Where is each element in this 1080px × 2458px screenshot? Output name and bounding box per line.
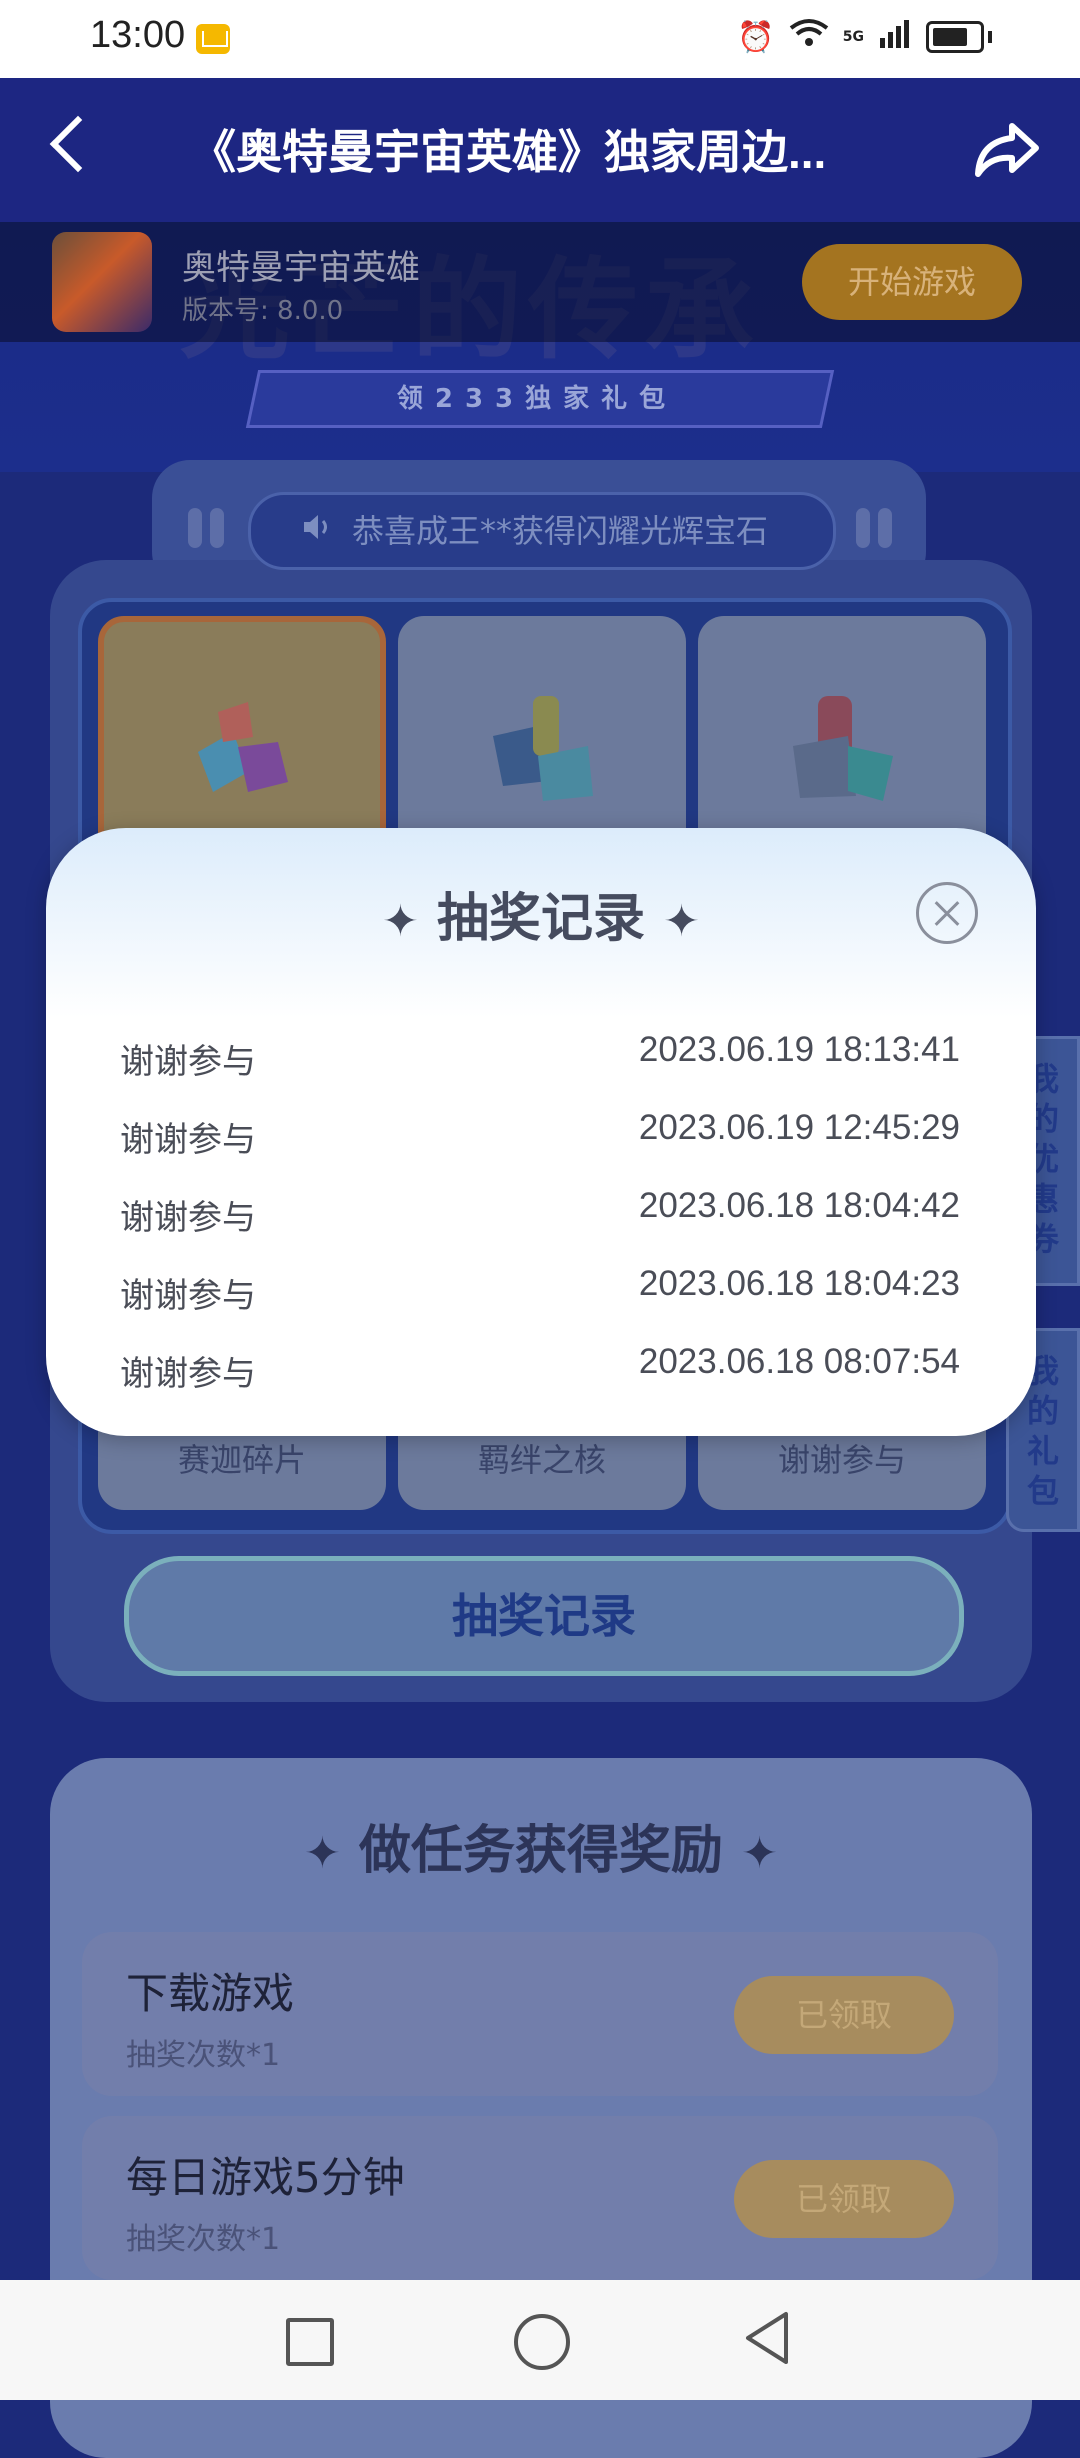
- claimed-button[interactable]: 已领取: [734, 1976, 954, 2054]
- nav-back-icon[interactable]: [742, 2310, 792, 2366]
- wifi-icon: [789, 18, 829, 56]
- record-time: 2023.06.18 08:07:54: [638, 1342, 960, 1381]
- record-time: 2023.06.18 18:04:42: [638, 1186, 960, 1225]
- tasks-title: ✦ 做任务获得奖励 ✦: [50, 1808, 1032, 1883]
- claimed-button[interactable]: 已领取: [734, 2160, 954, 2238]
- app-version: 版本号: 8.0.0: [182, 296, 344, 326]
- status-icons: ⏰ 5G: [737, 18, 992, 56]
- record-prize: 谢谢参与: [120, 1198, 256, 1238]
- battery-tip: [988, 31, 992, 43]
- status-time: 13:00: [90, 14, 186, 56]
- start-game-button[interactable]: 开始游戏: [802, 244, 1022, 320]
- home-icon[interactable]: [514, 2314, 570, 2370]
- app-icon: [52, 232, 152, 332]
- gem-icon: [493, 696, 593, 801]
- decor-pill: [878, 508, 892, 548]
- lottery-records-button[interactable]: 抽奖记录: [124, 1556, 964, 1676]
- sparkle-icon: ✦: [741, 1828, 778, 1879]
- speaker-icon: [300, 510, 334, 544]
- task-reward: 抽奖次数*1: [126, 2038, 281, 2073]
- share-icon[interactable]: [972, 120, 1042, 178]
- record-prize: 谢谢参与: [120, 1276, 256, 1316]
- page-title: 《奥特曼宇宙英雄》独家周边...: [190, 126, 827, 178]
- app-name: 奥特曼宇宙英雄: [182, 248, 420, 288]
- notice-text: 恭喜成王**获得闪耀光辉宝石: [352, 512, 769, 550]
- sparkle-icon: ✦: [663, 896, 700, 947]
- gem-icon: [793, 696, 893, 801]
- battery-icon: [926, 21, 984, 53]
- record-time: 2023.06.19 12:45:29: [638, 1108, 960, 1147]
- alarm-icon: ⏰: [737, 19, 775, 55]
- gem-icon: [198, 702, 288, 792]
- message-notification-icon: [196, 24, 230, 54]
- decor-pill: [856, 508, 870, 548]
- close-icon[interactable]: [916, 882, 978, 944]
- record-time: 2023.06.18 18:04:23: [638, 1264, 960, 1303]
- task-name: 每日游戏5分钟: [126, 2153, 405, 2202]
- network-type: 5G: [842, 29, 864, 45]
- tasks-title-text: 做任务获得奖励: [358, 1821, 723, 1881]
- record-prize: 谢谢参与: [120, 1042, 256, 1082]
- record-prize: 谢谢参与: [120, 1120, 256, 1160]
- record-time: 2023.06.19 18:13:41: [638, 1030, 960, 1069]
- signal-icon: [878, 18, 912, 56]
- task-reward: 抽奖次数*1: [126, 2222, 281, 2257]
- task-name: 下载游戏: [126, 1969, 295, 2018]
- decor-pill: [210, 508, 224, 548]
- modal-title-text: 抽奖记录: [436, 889, 645, 949]
- sparkle-icon: ✦: [304, 1828, 341, 1879]
- modal-title: ✦ 抽奖记录 ✦: [46, 876, 1036, 951]
- recent-apps-icon[interactable]: [286, 2318, 334, 2366]
- banner-subtitle: 领233独家礼包: [396, 384, 678, 414]
- decor-pill: [188, 508, 202, 548]
- sparkle-icon: ✦: [382, 896, 419, 947]
- record-prize: 谢谢参与: [120, 1354, 256, 1394]
